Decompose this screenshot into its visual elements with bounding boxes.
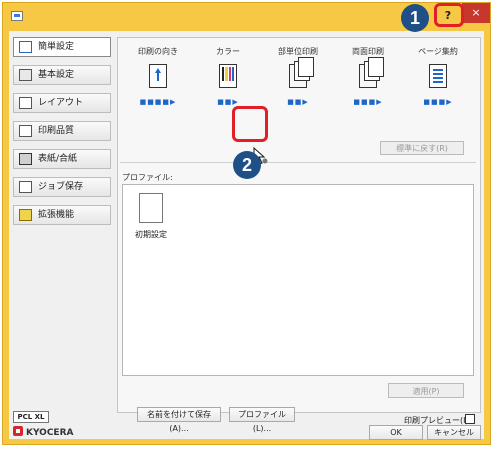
quick-option-duplex[interactable]: 両面印刷 ■■■▶ [338,46,398,106]
basic-settings-icon [19,69,32,81]
profile-section-label: プロファイル: [122,173,173,182]
sidebar-item-label: 拡張機能 [38,210,75,220]
sidebar-item-label: レイアウト [38,98,84,108]
sidebar-item-cover[interactable]: 表紙/合紙 [13,149,111,169]
sidebar-item-job-storage[interactable]: ジョブ保存 [13,177,111,197]
profile-item-default[interactable]: 初期設定 [131,193,171,240]
quick-option-color[interactable]: カラー ■■▶ [198,46,258,106]
callout-2: 2 [233,151,261,179]
collate-icon[interactable] [289,57,314,88]
quick-settings-panel: 印刷の向き ■■■■▶ カラー ■■▶ 部単位印刷 ■■▶ 両面印刷 ■■■▶ [117,37,481,413]
callout-1: 1 [401,4,429,32]
sidebar-item-label: 表紙/合紙 [38,154,78,164]
layout-icon [19,97,32,109]
apply-button[interactable]: 適用(P) [388,383,464,398]
quick-option-orientation[interactable]: 印刷の向き ■■■■▶ [128,46,188,106]
orientation-icon[interactable] [149,64,167,88]
quick-option-label: 印刷の向き [138,47,178,56]
quick-settings-icon [19,41,32,53]
option-indicator: ■■■▶ [353,98,383,106]
sidebar-item-label: 基本設定 [38,70,75,80]
sidebar-item-label: 簡単設定 [38,42,75,52]
option-indicator: ■■■■▶ [139,98,177,106]
cover-icon [19,153,32,165]
window-title [183,9,303,21]
brand-name: KYOCERA [26,428,74,438]
sidebar-item-quick-settings[interactable]: 簡単設定 [13,37,111,57]
sidebar-item-layout[interactable]: レイアウト [13,93,111,113]
close-button[interactable]: × [462,3,490,23]
duplex-icon[interactable] [359,57,384,88]
divider [120,162,476,163]
sidebar: 簡単設定 基本設定 レイアウト 印刷品質 表紙/合紙 ジョブ保存 拡張機能 [13,37,111,233]
profile-list[interactable]: 初期設定 [122,184,474,376]
quick-option-label: カラー [216,47,240,56]
pcl-badge: PCL XL [13,411,49,423]
job-storage-icon [19,181,32,193]
save-as-button[interactable]: 名前を付けて保存(A)... [137,407,221,433]
help-highlight-frame [434,3,464,27]
pages-per-sheet-icon[interactable] [429,64,447,88]
print-quality-icon [19,125,32,137]
profile-item-label: 初期設定 [135,230,167,239]
cancel-button[interactable]: キャンセル [427,425,481,440]
option-indicator: ■■▶ [217,98,239,106]
profile-thumbnail [139,193,163,223]
quick-option-collate[interactable]: 部単位印刷 ■■▶ [268,46,328,106]
color-highlight-frame [232,106,268,142]
quick-option-label: ページ集約 [418,47,458,56]
reset-default-button[interactable]: 標準に戻す(R) [380,141,464,155]
profile-button[interactable]: プロファイル(L)... [229,407,295,433]
printer-properties-window: ? × 簡単設定 基本設定 レイアウト 印刷品質 表紙/合紙 ジョブ保存 拡張機… [2,2,491,445]
dialog-body: 簡単設定 基本設定 レイアウト 印刷品質 表紙/合紙 ジョブ保存 拡張機能 印刷… [9,31,484,440]
kyocera-logo-icon [13,426,23,436]
sidebar-item-label: ジョブ保存 [38,182,84,192]
option-indicator: ■■▶ [287,98,309,106]
advanced-icon [19,209,32,221]
color-icon[interactable] [219,64,237,88]
kyocera-logo: KYOCERA [13,426,73,438]
option-indicator: ■■■▶ [423,98,453,106]
print-preview-checkbox[interactable] [465,414,475,424]
quick-option-pages-per-sheet[interactable]: ページ集約 ■■■▶ [408,46,468,106]
sidebar-item-label: 印刷品質 [38,126,75,136]
sidebar-item-print-quality[interactable]: 印刷品質 [13,121,111,141]
printer-app-icon [11,11,23,21]
sidebar-item-basic-settings[interactable]: 基本設定 [13,65,111,85]
ok-button[interactable]: OK [369,425,423,440]
sidebar-item-advanced[interactable]: 拡張機能 [13,205,111,225]
